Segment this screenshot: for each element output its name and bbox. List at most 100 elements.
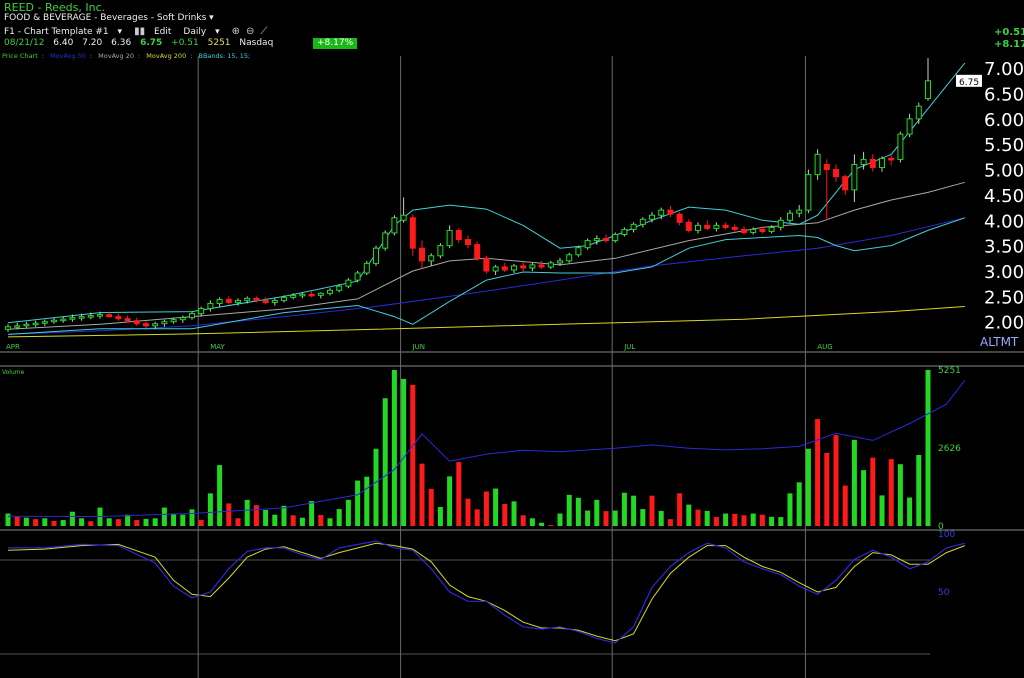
volume-bar	[401, 378, 407, 526]
volume-bar	[796, 482, 802, 526]
volume-bar	[575, 497, 581, 526]
volume-bar	[474, 509, 480, 526]
candle-body	[225, 298, 232, 303]
volume-bar	[649, 495, 655, 526]
candle-body	[400, 214, 407, 221]
candle-body	[667, 209, 674, 215]
volume-bar	[253, 505, 259, 526]
candle-body	[271, 299, 278, 303]
x-axis-label: JUN	[412, 343, 425, 351]
volume-title: Volume	[2, 369, 25, 376]
volume-bar	[907, 497, 913, 526]
candle-body	[823, 164, 830, 171]
volume-bar	[382, 398, 388, 526]
volume-bar	[14, 516, 20, 526]
candle-body	[915, 105, 922, 120]
candle-body	[630, 223, 637, 230]
candle-body	[455, 229, 462, 241]
x-axis-label: JUL	[623, 343, 635, 351]
volume-bar	[281, 505, 287, 526]
candle-body	[814, 153, 821, 176]
volume-bar	[585, 510, 591, 526]
candle-body	[373, 247, 379, 264]
y-axis-label: 5.00	[984, 161, 1024, 182]
y-axis-label: 6.50	[984, 85, 1024, 106]
candle-body	[170, 319, 177, 323]
candle-body	[143, 323, 149, 327]
candle-body	[23, 323, 30, 327]
candle-body	[603, 238, 609, 242]
volume-bar	[621, 492, 627, 526]
volume-bar	[428, 488, 434, 526]
candle-body	[906, 118, 913, 135]
candle-body	[235, 299, 241, 303]
candle-body	[676, 213, 683, 223]
candle-body	[345, 279, 352, 287]
volume-bar	[410, 384, 416, 526]
volume-bar	[759, 514, 765, 526]
candle-body	[621, 228, 628, 235]
volume-bar	[483, 491, 489, 526]
candle-body	[244, 297, 251, 301]
volume-bar	[447, 476, 453, 526]
candle-body	[327, 289, 333, 294]
candle-body	[501, 266, 508, 271]
volume-bar	[511, 501, 517, 526]
candle-body	[547, 262, 554, 268]
volume-bar	[217, 465, 223, 526]
volume-bar	[355, 480, 361, 526]
candle-body	[731, 226, 738, 230]
volume-bar	[529, 518, 535, 526]
volume-bar	[805, 448, 811, 526]
volume-bar	[125, 514, 131, 526]
volume-bar	[189, 509, 195, 526]
volume-bar	[23, 517, 29, 526]
volume-bar	[851, 439, 857, 526]
candle-body	[60, 318, 67, 322]
partial-panel-label: ALTMT	[980, 335, 1019, 349]
volume-bar	[916, 454, 922, 526]
candle-body	[161, 321, 168, 325]
candle-body	[860, 158, 867, 166]
candle-body	[741, 228, 747, 233]
x-axis-label: AUG	[817, 343, 832, 351]
bband-upper-line	[7, 62, 966, 324]
volume-bar	[226, 503, 232, 526]
candle-body	[658, 209, 665, 216]
volume-bar	[778, 517, 784, 526]
volume-bar	[134, 520, 140, 526]
candle-body	[106, 314, 113, 318]
candle-body	[639, 218, 646, 225]
candle-body	[520, 265, 527, 269]
volume-bar	[106, 518, 112, 526]
candle-body	[483, 257, 490, 272]
ma200-line	[7, 306, 965, 338]
candle-body	[133, 320, 140, 325]
volume-bar	[539, 522, 545, 526]
candle-body	[713, 224, 720, 229]
volume-bar	[456, 462, 462, 526]
candle-body	[409, 217, 416, 249]
y-axis-label: 6.00	[984, 110, 1024, 131]
stoch-axis-label: 100	[938, 530, 955, 540]
candle-body	[97, 314, 103, 317]
volume-bar	[437, 506, 443, 526]
candle-body	[492, 266, 499, 272]
y-axis-label: 2.50	[984, 287, 1024, 308]
last-price-text: 6.75	[959, 78, 979, 88]
candle-body	[750, 228, 757, 233]
volume-bar	[465, 498, 471, 526]
candle-body	[529, 264, 536, 269]
candle-body	[842, 176, 849, 191]
y-axis-label: 3.00	[984, 262, 1024, 283]
candle-body	[87, 315, 94, 318]
x-axis-label: APR	[6, 343, 20, 351]
candle-body	[649, 214, 655, 220]
candle-body	[207, 302, 214, 310]
candle-body	[851, 164, 858, 191]
candle-body	[879, 157, 885, 169]
stock-chart[interactable]: APR MAY JUN JUL AUG 7.00 6.50 6.00 5.50 5.00 4.50 4…	[0, 0, 1024, 678]
volume-bar	[364, 476, 370, 526]
candle-body	[511, 265, 517, 271]
volume-bar	[336, 509, 342, 526]
